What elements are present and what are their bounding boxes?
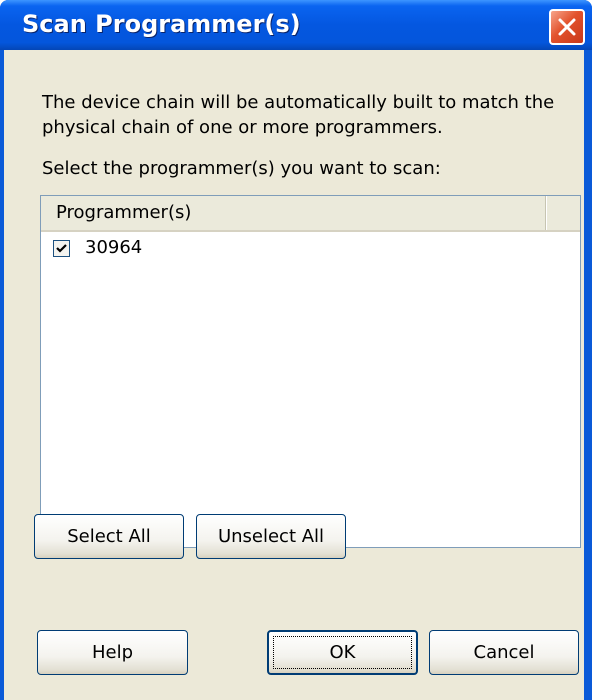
unselect-all-button[interactable]: Unselect All — [196, 514, 346, 559]
column-header-filler — [546, 196, 580, 230]
programmer-checkbox[interactable] — [53, 240, 70, 257]
select-all-button[interactable]: Select All — [34, 514, 184, 559]
dialog-window: Scan Programmer(s) The device chain will… — [0, 0, 592, 700]
cancel-button[interactable]: Cancel — [429, 630, 579, 675]
close-button[interactable] — [549, 9, 585, 45]
close-icon — [558, 18, 576, 36]
list-header: Programmer(s) — [41, 196, 580, 232]
column-header-label: Programmer(s) — [56, 202, 192, 223]
title-bar[interactable]: Scan Programmer(s) — [0, 0, 592, 50]
checkmark-icon — [56, 244, 67, 253]
select-all-label: Select All — [67, 526, 151, 547]
select-prompt: Select the programmer(s) you want to sca… — [42, 158, 441, 179]
programmer-list[interactable]: Programmer(s) 30964 — [40, 195, 581, 548]
help-label: Help — [91, 642, 134, 663]
help-button[interactable]: Help — [37, 630, 188, 675]
dialog-title: Scan Programmer(s) — [22, 10, 301, 38]
ok-button[interactable]: OK — [267, 630, 418, 675]
programmer-label: 30964 — [85, 237, 143, 258]
column-header-programmers[interactable]: Programmer(s) — [41, 196, 546, 230]
list-item[interactable]: 30964 — [41, 232, 580, 264]
description-line-1: The device chain will be automatically b… — [42, 92, 555, 113]
description-line-2: physical chain of one or more programmer… — [42, 117, 443, 138]
ok-label: OK — [329, 642, 356, 663]
cancel-label: Cancel — [473, 642, 535, 663]
dialog-body: The device chain will be automatically b… — [4, 50, 584, 700]
unselect-all-label: Unselect All — [217, 526, 325, 547]
